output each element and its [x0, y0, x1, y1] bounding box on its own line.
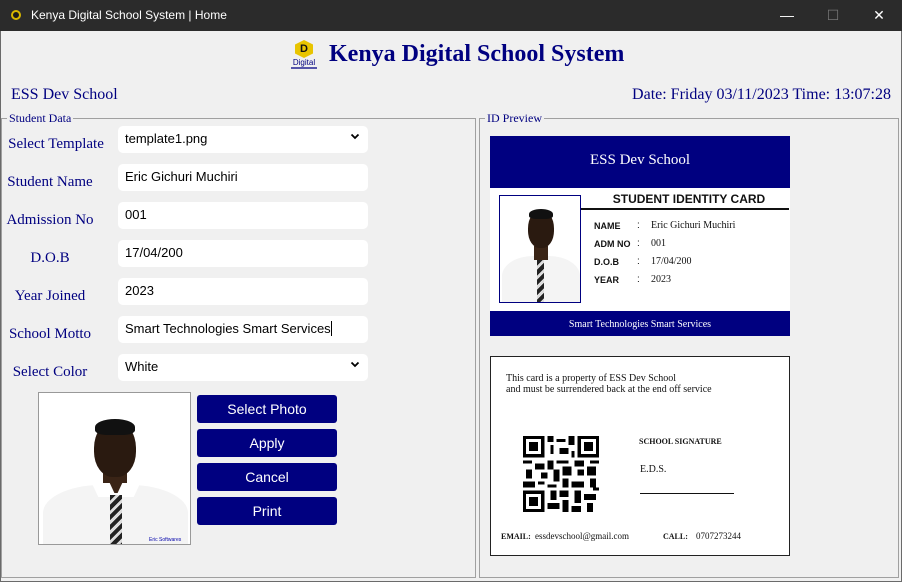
app-icon: [11, 10, 21, 20]
student-photo: Eric Softwares: [38, 392, 191, 545]
template-dropdown[interactable]: template1.png: [118, 126, 368, 153]
card-name-key: NAME: [594, 221, 621, 231]
template-value: template1.png: [125, 131, 208, 146]
student-name-input[interactable]: Eric Gichuri Muchiri: [118, 164, 368, 191]
call-value: 0707273244: [696, 531, 741, 541]
school-motto-input[interactable]: Smart Technologies Smart Services: [118, 316, 368, 343]
logo-underline: [291, 67, 317, 69]
card-adm-key: ADM NO: [594, 239, 631, 249]
color-dropdown[interactable]: White: [118, 354, 368, 381]
card-colon: :: [637, 274, 640, 285]
card-dob-value: 17/04/200: [651, 256, 692, 267]
card-colon: :: [637, 220, 640, 231]
card-portrait: [500, 196, 580, 302]
select-photo-button[interactable]: Select Photo: [197, 395, 337, 423]
print-button[interactable]: Print: [197, 497, 337, 525]
chevron-down-icon[interactable]: [350, 129, 360, 144]
card-colon: :: [637, 256, 640, 267]
logo-letter: D: [300, 43, 308, 55]
cancel-button[interactable]: Cancel: [197, 463, 337, 491]
card-name-value: Eric Gichuri Muchiri: [651, 220, 736, 231]
chevron-down-icon[interactable]: [350, 357, 360, 372]
student-portrait: Eric Softwares: [39, 393, 190, 544]
card-title: STUDENT IDENTITY CARD: [612, 192, 766, 206]
email-label: EMAIL:: [501, 532, 531, 541]
year-joined-label: Year Joined: [14, 288, 86, 304]
minimize-button[interactable]: —: [764, 0, 810, 31]
title-bar: Kenya Digital School System | Home — ☐ ✕: [0, 0, 902, 31]
logo-caption: Digital: [292, 58, 316, 67]
school-logo: D Digital: [290, 40, 318, 70]
card-photo: [499, 195, 581, 303]
id-card-front: ESS Dev School STUDENT IDENTITY CARD NAM…: [490, 136, 790, 336]
apply-button[interactable]: Apply: [197, 429, 337, 457]
card-school-name: ESS Dev School: [490, 136, 790, 188]
card-motto: Smart Technologies Smart Services: [490, 311, 790, 336]
dob-input[interactable]: 17/04/200: [118, 240, 368, 267]
signature-value: E.D.S.: [640, 464, 667, 475]
dob-label: D.O.B: [30, 250, 70, 266]
color-label: Select Color: [12, 364, 88, 380]
maximize-button[interactable]: ☐: [810, 0, 856, 31]
property-line-2: and must be surrendered back at the end …: [506, 384, 712, 395]
student-data-legend: Student Data: [7, 111, 74, 125]
email-value: essdevschool@gmail.com: [535, 531, 630, 541]
template-label: Select Template: [8, 136, 104, 152]
qr-code-icon: [523, 436, 599, 512]
card-year-key: YEAR: [594, 275, 620, 285]
school-motto-label: School Motto: [8, 326, 92, 342]
card-colon: :: [637, 238, 640, 249]
id-preview-legend: ID Preview: [485, 111, 544, 125]
student-name-label: Student Name: [7, 174, 93, 190]
school-motto-value: Smart Technologies Smart Services: [125, 321, 331, 336]
card-adm-value: 001: [651, 238, 666, 249]
window-title: Kenya Digital School System | Home: [31, 8, 227, 22]
school-name: ESS Dev School: [11, 86, 118, 103]
card-year-value: 2023: [651, 274, 671, 285]
date-time-display: Date: Friday 03/11/2023 Time: 13:07:28: [632, 86, 891, 103]
close-button[interactable]: ✕: [856, 0, 902, 31]
property-line-1: This card is a property of ESS Dev Schoo…: [506, 373, 676, 384]
call-label: CALL:: [663, 532, 688, 541]
color-value: White: [125, 359, 159, 374]
app-title: Kenya Digital School System: [329, 41, 625, 67]
photo-watermark: Eric Softwares: [149, 537, 182, 543]
id-card-back: This card is a property of ESS Dev Schoo…: [490, 356, 790, 556]
card-dob-key: D.O.B: [594, 257, 620, 267]
year-joined-input[interactable]: 2023: [118, 278, 368, 305]
admission-no-label: Admission No: [6, 212, 94, 228]
signature-line: [640, 493, 734, 494]
signature-label: SCHOOL SIGNATURE: [639, 437, 722, 446]
text-caret: [330, 321, 332, 336]
card-title-rule: [581, 208, 789, 210]
admission-no-input[interactable]: 001: [118, 202, 368, 229]
